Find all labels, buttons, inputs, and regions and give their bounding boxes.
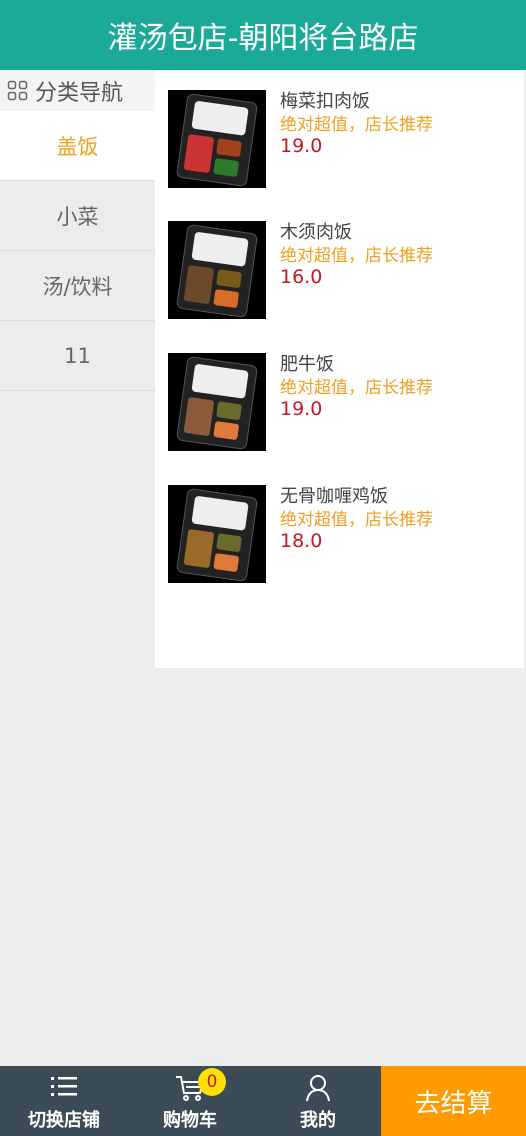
category-nav-title: 分类导航 xyxy=(35,80,124,106)
product-price: 16.0 xyxy=(280,266,323,288)
switch-store-tab[interactable]: 切换店铺 xyxy=(14,1066,114,1136)
product-item[interactable]: 肥牛饭 绝对超值，店长推荐 19.0 xyxy=(168,353,524,453)
switch-store-label: 切换店铺 xyxy=(28,1110,100,1131)
food-image xyxy=(168,485,266,583)
category-item-xiaocai[interactable]: 小菜 xyxy=(0,181,155,251)
bottom-tab-bar: 切换店铺 0 购物车 我的 去结算 xyxy=(0,1066,526,1136)
food-image xyxy=(168,353,266,451)
category-nav-header: 分类导航 xyxy=(0,70,155,111)
product-slogan: 绝对超值，店长推荐 xyxy=(280,510,433,530)
product-price: 18.0 xyxy=(280,530,323,552)
category-item-11[interactable]: 11 xyxy=(0,321,155,391)
product-item[interactable]: 木须肉饭 绝对超值，店长推荐 16.0 xyxy=(168,221,524,321)
product-slogan: 绝对超值，店长推荐 xyxy=(280,115,433,135)
user-icon xyxy=(306,1075,330,1102)
mine-tab[interactable]: 我的 xyxy=(268,1066,368,1136)
product-slogan: 绝对超值，店长推荐 xyxy=(280,378,433,398)
product-list: 梅菜扣肉饭 绝对超值，店长推荐 19.0 木须肉饭 绝对超值，店长推荐 16.0… xyxy=(155,70,524,668)
food-image xyxy=(168,221,266,319)
product-price: 19.0 xyxy=(280,135,323,157)
grid-icon xyxy=(7,80,28,100)
category-item-gaifan[interactable]: 盖饭 xyxy=(0,111,155,181)
checkout-button[interactable]: 去结算 xyxy=(381,1066,526,1136)
food-image xyxy=(168,90,266,188)
category-sidebar: 分类导航 盖饭 小菜 汤/饮料 11 xyxy=(0,70,155,1066)
product-price: 19.0 xyxy=(280,398,323,420)
cart-label: 购物车 xyxy=(163,1110,217,1131)
product-slogan: 绝对超值，店长推荐 xyxy=(280,246,433,266)
mine-label: 我的 xyxy=(300,1110,336,1131)
list-icon xyxy=(51,1077,77,1096)
cart-count-badge: 0 xyxy=(198,1068,226,1096)
product-item[interactable]: 无骨咖喱鸡饭 绝对超值，店长推荐 18.0 xyxy=(168,485,524,585)
category-item-soup-drink[interactable]: 汤/饮料 xyxy=(0,251,155,321)
page-title: 灌汤包店-朝阳将台路店 xyxy=(0,0,526,70)
product-item[interactable]: 梅菜扣肉饭 绝对超值，店长推荐 19.0 xyxy=(168,90,524,190)
cart-tab[interactable]: 0 购物车 xyxy=(140,1066,240,1136)
